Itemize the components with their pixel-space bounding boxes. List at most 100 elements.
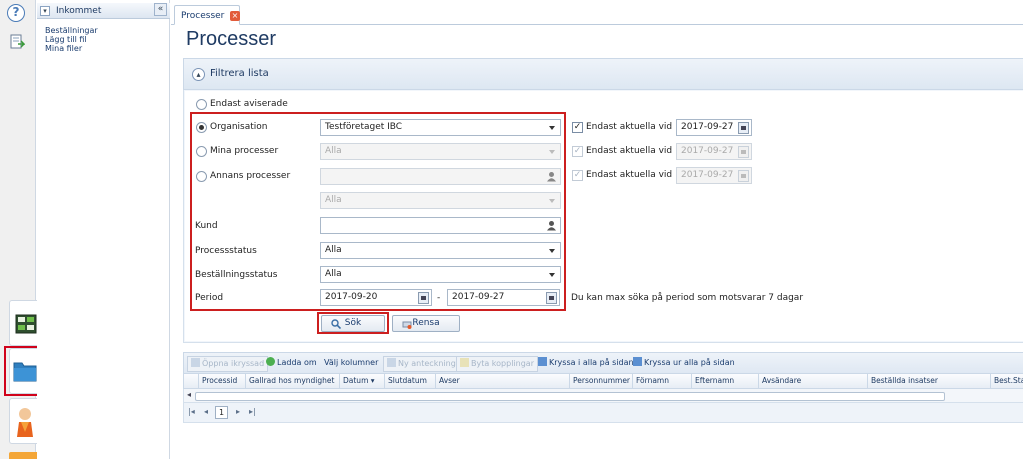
document-arrow-icon[interactable] [9, 34, 26, 50]
mina-processer-select[interactable]: Alla [320, 143, 561, 160]
radio-endast-aviserade[interactable] [196, 99, 207, 110]
calendar-icon[interactable] [546, 292, 557, 304]
column-avsandare[interactable]: Avsändare [758, 374, 867, 388]
sort-desc-icon: ▾ [370, 376, 375, 385]
label-bestallningsstatus: Beställningsstatus [195, 270, 278, 280]
label-period: Period [195, 293, 224, 303]
checkbox-aktuella-organisation[interactable]: ✓ [572, 122, 583, 133]
dropdown-arrow-icon [549, 249, 555, 253]
clear-button[interactable]: Rensa [392, 315, 460, 332]
open-icon [191, 358, 200, 367]
aktuella-date-value: 2017-09-27 [681, 170, 734, 180]
aktuella-date-mina[interactable]: 2017-09-27 [676, 143, 752, 160]
column-datum[interactable]: Datum ▾ [339, 374, 384, 388]
note-icon [387, 358, 396, 367]
calendar-icon[interactable] [738, 146, 749, 158]
aktuella-date-annans[interactable]: 2017-09-27 [676, 167, 752, 184]
radio-organisation[interactable] [196, 122, 207, 133]
collapse-panel-icon[interactable]: « [154, 3, 167, 16]
chevron-down-icon[interactable]: ▾ [40, 6, 50, 16]
change-link-button[interactable]: Byta kopplingar [456, 356, 538, 372]
next-page-icon[interactable]: ▸ [236, 407, 240, 416]
tree-link-lagg-till-fil[interactable]: Lägg till fil [45, 35, 87, 44]
tree-link-mina-filer[interactable]: Mina filer [45, 44, 82, 53]
search-button[interactable]: Sök [321, 315, 385, 332]
tab-processer[interactable]: Processer × [174, 5, 240, 25]
uncheck-all-button[interactable]: Kryssa ur alla på sidan [630, 356, 738, 372]
help-icon[interactable]: ? [7, 4, 25, 22]
processstatus-select[interactable]: Alla [320, 242, 561, 259]
label-aktuella-annans: Endast aktuella vid [586, 170, 673, 180]
check-all-button[interactable]: Kryssa i alla på sidan [535, 356, 637, 372]
dropdown-arrow-icon [549, 199, 555, 203]
label-aktuella-organisation: Endast aktuella vid [586, 122, 673, 132]
reload-label: Ladda om [277, 358, 317, 367]
label-endast-aviserade: Endast aviserade [210, 99, 288, 109]
check-all-icon [538, 357, 547, 366]
annans-processer-input[interactable] [320, 168, 561, 185]
reload-button[interactable]: Ladda om [263, 356, 320, 372]
period-to-input[interactable]: 2017-09-27 [447, 289, 560, 306]
new-note-button[interactable]: Ny anteckning [383, 356, 460, 372]
prev-page-icon[interactable]: ◂ [204, 407, 208, 416]
process-board-icon [15, 314, 37, 334]
column-slutdatum[interactable]: Slutdatum [384, 374, 435, 388]
organisation-select[interactable]: Testföretaget IBC [320, 119, 561, 136]
main-area: Processer × Processer ▴ Filtrera lista E… [171, 0, 1023, 459]
clear-button-label: Rensa [412, 318, 440, 328]
label-annans-processer: Annans processer [210, 171, 291, 181]
period-to-value: 2017-09-27 [452, 292, 505, 302]
period-from-input[interactable]: 2017-09-20 [320, 289, 432, 306]
kund-input[interactable] [320, 217, 561, 234]
open-checked-button[interactable]: Öppna ikryssad [187, 356, 269, 372]
checkbox-aktuella-mina[interactable]: ✓ [572, 146, 583, 157]
choose-columns-label: Välj kolumner [324, 358, 379, 367]
scroll-left-icon[interactable]: ◂ [187, 390, 191, 399]
calendar-icon[interactable] [418, 292, 429, 304]
scrollbar-thumb[interactable] [195, 392, 945, 401]
check-all-label: Kryssa i alla på sidan [549, 358, 634, 367]
annans-processer-select[interactable]: Alla [320, 192, 561, 209]
radio-mina-processer[interactable] [196, 146, 207, 157]
chevron-up-icon[interactable]: ▴ [192, 68, 205, 81]
choose-columns-button[interactable]: Välj kolumner [321, 356, 381, 372]
process-board-tile[interactable] [9, 300, 39, 346]
checkbox-aktuella-annans[interactable]: ✓ [572, 170, 583, 181]
close-icon[interactable]: × [230, 11, 240, 21]
tab-bar: Processer × [171, 3, 1023, 25]
column-bestallda-insatser[interactable]: Beställda insatser [867, 374, 990, 388]
column-personnummer[interactable]: Personnummer [569, 374, 632, 388]
dropdown-arrow-icon [549, 273, 555, 277]
calendar-icon[interactable] [738, 122, 749, 134]
period-note: Du kan max söka på period som motsvarar … [571, 293, 804, 303]
period-from-value: 2017-09-20 [325, 292, 378, 302]
person-search-icon[interactable] [546, 171, 557, 182]
column-efternamn[interactable]: Efternamn [691, 374, 758, 388]
person-tile[interactable] [9, 398, 39, 444]
tree-link-bestallningar[interactable]: Beställningar [45, 26, 98, 35]
calendar-icon[interactable] [738, 170, 749, 182]
filter-header[interactable]: ▴ Filtrera lista [183, 58, 1023, 90]
person-search-icon[interactable] [546, 220, 557, 231]
bestallningsstatus-select[interactable]: Alla [320, 266, 561, 283]
open-checked-label: Öppna ikryssad [202, 359, 265, 368]
column-best-status[interactable]: Best.Sta [990, 374, 1023, 388]
dropdown-arrow-icon [549, 150, 555, 154]
tree-header[interactable]: ▾ Inkommet [37, 3, 170, 19]
column-fornamn[interactable]: Förnamn [632, 374, 691, 388]
next-tile[interactable] [9, 452, 39, 459]
column-processid[interactable]: Processid [198, 374, 245, 388]
radio-annans-processer[interactable] [196, 171, 207, 182]
page-number[interactable]: 1 [215, 406, 228, 419]
column-gallrad[interactable]: Gallrad hos myndighet [245, 374, 339, 388]
tree-title: Inkommet [56, 6, 102, 16]
aktuella-date-organisation[interactable]: 2017-09-27 [676, 119, 752, 136]
person-icon [17, 408, 33, 437]
grid-header: Processid Gallrad hos myndighet Datum ▾ … [183, 374, 1023, 389]
label-organisation: Organisation [210, 122, 268, 132]
column-avser[interactable]: Avser [435, 374, 569, 388]
processstatus-value: Alla [325, 245, 342, 255]
folder-highlight-box [4, 346, 40, 396]
last-page-icon[interactable]: ▸| [249, 407, 256, 416]
first-page-icon[interactable]: |◂ [188, 407, 195, 416]
